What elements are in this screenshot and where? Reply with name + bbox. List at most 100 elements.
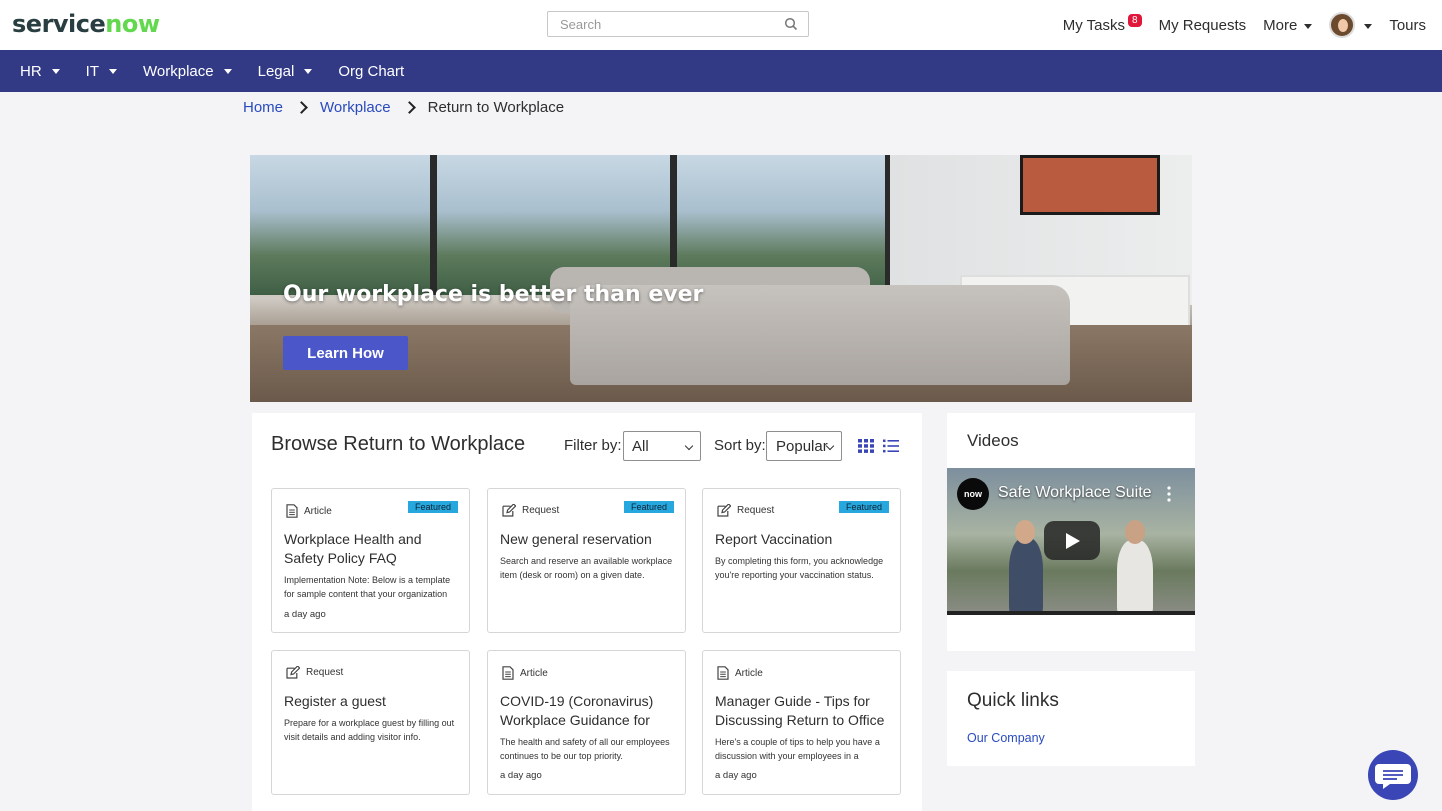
card-timestamp: a day ago — [284, 609, 326, 620]
breadcrumb-home[interactable]: Home — [243, 99, 283, 116]
nav-item-hr[interactable]: HR — [20, 63, 60, 80]
servicenow-logo[interactable]: servicenow — [12, 10, 160, 38]
article-icon — [286, 504, 298, 518]
catalog-card[interactable]: Request Register a guest Prepare for a w… — [271, 650, 470, 795]
list-view-icon[interactable] — [883, 439, 899, 453]
videos-panel: Videos now Safe Workplace Suite — [947, 413, 1195, 651]
quick-link-our-company[interactable]: Our Company — [967, 731, 1045, 745]
card-title: Workplace Health and Safety Policy FAQ — [284, 531, 422, 566]
chevron-down-icon — [1364, 23, 1373, 29]
nav-item-label: Legal — [257, 62, 295, 80]
hero-title: Our workplace is better than ever — [283, 282, 704, 307]
more-vertical-icon[interactable] — [1167, 486, 1171, 502]
browse-panel: Browse Return to Workplace Filter by: Al… — [252, 413, 922, 811]
learn-how-button[interactable]: Learn How — [283, 336, 408, 370]
search-input[interactable] — [560, 12, 780, 36]
card-type-label: Article — [735, 667, 763, 679]
videos-title: Videos — [967, 431, 1019, 450]
nav-item-label: Workplace — [143, 62, 214, 80]
card-description: Search and reserve an available workplac… — [500, 556, 673, 580]
more-label: More — [1263, 16, 1298, 34]
chevron-down-icon — [684, 441, 694, 451]
chevron-down-icon — [304, 68, 313, 74]
avatar — [1329, 12, 1356, 38]
card-title: New general reservation — [500, 531, 652, 547]
request-icon — [502, 504, 516, 517]
chevron-down-icon — [51, 68, 60, 74]
catalog-card[interactable]: Request Featured Report Vaccination By c… — [702, 488, 901, 633]
card-type-label: Request — [737, 505, 775, 516]
article-icon — [717, 666, 729, 680]
chevron-down-icon — [109, 68, 118, 74]
card-title: Report Vaccination — [715, 531, 833, 547]
quick-links-title: Quick links — [967, 690, 1059, 711]
catalog-card[interactable]: Article Manager Guide - Tips for Discuss… — [702, 650, 901, 795]
grid-view-icon[interactable] — [858, 439, 874, 453]
tours-link[interactable]: Tours — [1389, 17, 1426, 34]
filter-select[interactable]: All — [623, 431, 701, 461]
card-description: By completing this form, you acknowledge… — [715, 556, 884, 580]
hero-image-tv — [1020, 155, 1160, 215]
chevron-down-icon — [1304, 23, 1313, 29]
browse-title: Browse Return to Workplace — [271, 433, 526, 455]
breadcrumb-current: Return to Workplace — [427, 99, 565, 116]
card-type-label: Request — [306, 667, 344, 678]
request-icon — [286, 666, 300, 679]
card-timestamp: a day ago — [715, 770, 757, 781]
virtual-agent-chat-button[interactable] — [1368, 750, 1418, 800]
search-box — [547, 11, 809, 37]
featured-badge: Featured — [623, 501, 674, 513]
request-icon — [717, 504, 731, 517]
video-player[interactable]: now Safe Workplace Suite — [947, 468, 1195, 615]
tours-label: Tours — [1389, 16, 1426, 34]
nav-item-workplace[interactable]: Workplace — [143, 63, 232, 80]
card-title: COVID-19 (Coronavirus) Workplace Guidanc… — [500, 693, 654, 728]
card-timestamp: a day ago — [500, 770, 542, 781]
card-type-label: Request — [522, 505, 560, 516]
breadcrumb-workplace[interactable]: Workplace — [320, 99, 391, 116]
quick-links-panel: Quick links Our Company — [947, 671, 1195, 766]
card-description: Implementation Note: Below is a template… — [284, 575, 451, 599]
header-right-menu: My Tasks 8 My Requests More Tours — [1046, 0, 1426, 50]
nav-item-label: Org Chart — [338, 62, 405, 80]
video-channel-logo: now — [957, 478, 989, 510]
catalog-card[interactable]: Article Featured Workplace Health and Sa… — [271, 488, 470, 633]
filter-label: Filter by: — [564, 437, 622, 454]
my-tasks-link[interactable]: My Tasks 8 — [1062, 13, 1142, 34]
sort-select[interactable]: Popular — [766, 431, 842, 461]
my-requests-label: My Requests — [1158, 16, 1247, 34]
catalog-card[interactable]: Request Featured New general reservation… — [487, 488, 686, 633]
sort-label: Sort by: — [714, 437, 766, 454]
hero-banner: Our workplace is better than ever Learn … — [250, 155, 1192, 402]
nav-item-label: HR — [20, 62, 42, 80]
catalog-card[interactable]: Article COVID-19 (Coronavirus) Workplace… — [487, 650, 686, 795]
card-description: Here's a couple of tips to help you have… — [715, 737, 880, 761]
logo-text: service — [12, 10, 106, 38]
play-icon — [1066, 533, 1080, 549]
breadcrumb: Home Workplace Return to Workplace — [243, 99, 564, 116]
card-title: Register a guest — [284, 693, 386, 709]
featured-badge: Featured — [838, 501, 889, 513]
nav-item-label: IT — [85, 62, 100, 80]
chevron-right-icon — [402, 101, 416, 114]
play-button[interactable] — [1044, 521, 1100, 560]
nav-item-legal[interactable]: Legal — [258, 63, 313, 80]
my-tasks-label: My Tasks — [1062, 16, 1126, 34]
top-header: servicenow My Tasks 8 My Requests More T… — [0, 0, 1442, 50]
sort-value: Popular — [776, 437, 828, 455]
filter-value: All — [632, 437, 649, 455]
my-requests-link[interactable]: My Requests — [1159, 17, 1247, 34]
card-type-label: Article — [520, 667, 548, 679]
user-menu[interactable] — [1329, 12, 1373, 38]
search-icon[interactable] — [784, 17, 798, 31]
nav-item-org-chart[interactable]: Org Chart — [338, 63, 404, 80]
chevron-right-icon — [295, 101, 308, 114]
card-description: Prepare for a workplace guest by filling… — [284, 718, 455, 742]
card-title: Manager Guide - Tips for Discussing Retu… — [715, 693, 885, 728]
card-type-label: Article — [304, 505, 332, 517]
my-tasks-badge: 8 — [1128, 13, 1142, 27]
more-menu[interactable]: More — [1263, 16, 1313, 34]
nav-item-it[interactable]: IT — [85, 62, 118, 80]
main-nav: HR IT Workplace Legal Org Chart — [0, 50, 1442, 92]
chevron-down-icon — [223, 68, 232, 74]
